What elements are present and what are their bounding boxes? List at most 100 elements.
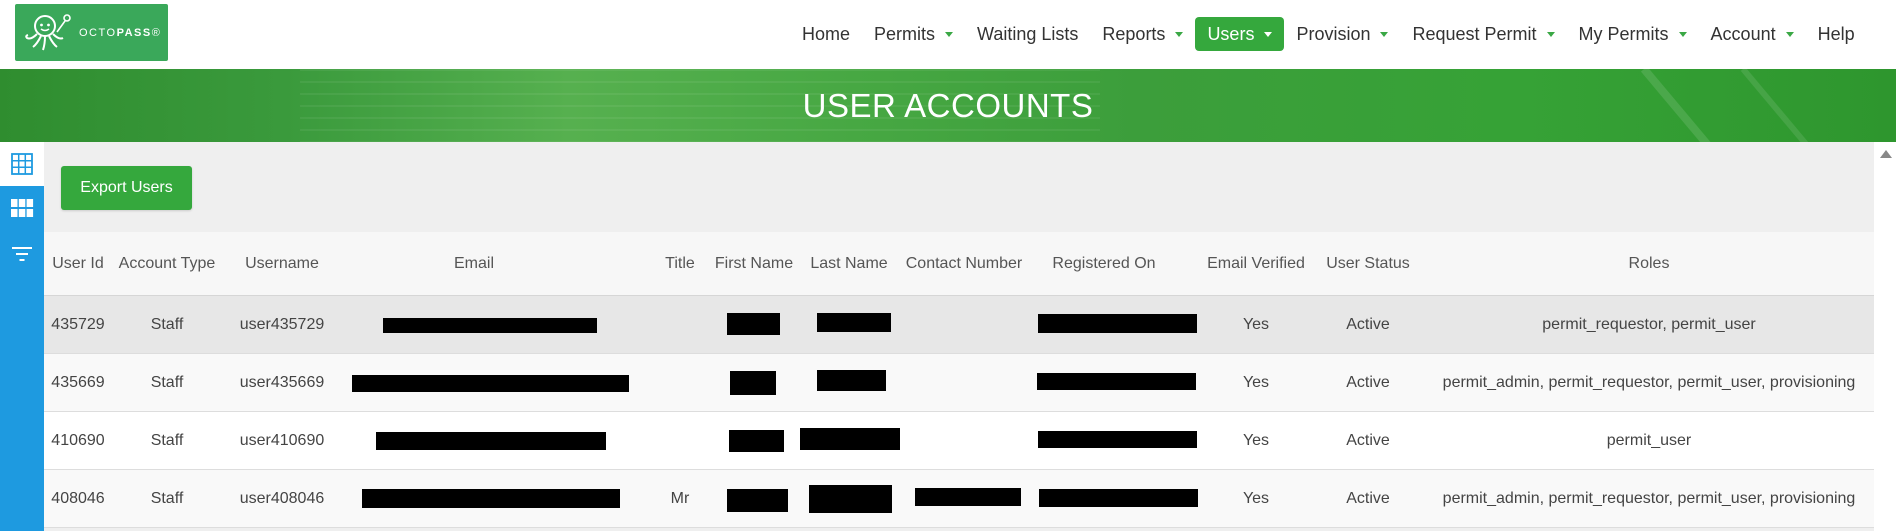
cell-account-type: Staff <box>150 432 184 449</box>
nav-item-label: Help <box>1817 23 1855 44</box>
redacted-block <box>362 489 620 508</box>
nav-item-waiting-lists[interactable]: Waiting Lists <box>965 17 1090 51</box>
nav-item-provision[interactable]: Provision <box>1284 17 1400 51</box>
caret-down-icon <box>1678 31 1687 37</box>
cell-roles: permit_user <box>1606 432 1692 449</box>
nav-item-users[interactable]: Users <box>1195 17 1285 51</box>
cell-user-status: Active <box>1346 316 1390 333</box>
col-header-email-verified[interactable]: Email Verified <box>1200 232 1312 296</box>
cell-user-status: Active <box>1346 432 1390 449</box>
main-nav: Home Permits Waiting Lists Reports Users Prov… <box>790 16 1867 52</box>
col-header-last-name[interactable]: Last Name <box>802 232 896 296</box>
redacted-block <box>352 375 629 392</box>
cell-email-verified: Yes <box>1242 374 1270 391</box>
caret-down-icon <box>1175 31 1184 37</box>
table-row[interactable]: 408046 Staff user408046 Mr Yes Active permit_a… <box>44 470 1874 528</box>
nav-item-home[interactable]: Home <box>790 17 862 51</box>
cell-roles: permit_admin, permit_requestor, permit_u… <box>1442 490 1856 507</box>
vertical-scrollbar[interactable] <box>1874 142 1896 531</box>
col-header-first-name[interactable]: First Name <box>706 232 802 296</box>
col-header-email[interactable]: Email <box>344 232 604 296</box>
redacted-block <box>729 430 784 452</box>
filter-button[interactable] <box>0 232 44 276</box>
nav-item-label: Home <box>802 23 851 44</box>
grid-view-button[interactable] <box>0 142 44 186</box>
page-banner: USER ACCOUNTS <box>0 69 1896 142</box>
cell-title <box>656 412 704 470</box>
redacted-block <box>915 488 1021 506</box>
cell-user-id: 410690 <box>51 432 105 449</box>
page-title: USER ACCOUNTS <box>802 87 1094 124</box>
col-header-roles[interactable]: Roles <box>1424 232 1874 296</box>
caret-down-icon <box>1264 31 1273 37</box>
table-row[interactable]: 435729 Staff user435729 Yes Active permit_req… <box>44 296 1874 354</box>
nav-item-label: Provision <box>1296 23 1371 44</box>
nav-item-label: Reports <box>1102 23 1166 44</box>
users-table: User Id Account Type Username Email Titl… <box>44 232 1874 528</box>
redacted-block <box>800 428 900 450</box>
nav-item-label: Waiting Lists <box>977 23 1079 44</box>
redacted-block <box>727 313 780 335</box>
grid-view-icon <box>11 153 33 175</box>
main-content: Export Users User Id Account Type Userna… <box>44 142 1874 531</box>
scroll-up-arrow-icon[interactable] <box>1880 150 1892 158</box>
col-header-user-id[interactable]: User Id <box>50 232 106 296</box>
filter-icon <box>12 247 32 261</box>
caret-down-icon <box>945 31 954 37</box>
redacted-block <box>383 318 597 333</box>
cell-roles: permit_admin, permit_requestor, permit_u… <box>1442 374 1856 391</box>
nav-item-label: Users <box>1207 23 1255 44</box>
redacted-block <box>1038 314 1197 333</box>
cell-roles: permit_requestor, permit_user <box>1542 316 1756 333</box>
table-row[interactable]: 410690 Staff user410690 Yes Active permit_use… <box>44 412 1874 470</box>
cell-account-type: Staff <box>150 374 184 391</box>
redacted-block <box>809 485 892 513</box>
nav-item-permits[interactable]: Permits <box>862 17 965 51</box>
cell-username: user408046 <box>239 490 325 507</box>
nav-item-label: My Permits <box>1578 23 1669 44</box>
cell-account-type: Staff <box>150 316 184 333</box>
redacted-block <box>1039 489 1198 507</box>
redacted-block <box>727 489 788 512</box>
tiles-view-button[interactable] <box>0 186 44 230</box>
nav-item-help[interactable]: Help <box>1806 17 1867 51</box>
side-toolbar <box>0 142 44 531</box>
cell-username: user435729 <box>239 316 325 333</box>
cell-title <box>656 354 704 412</box>
octopass-logo[interactable]: OCTOPASS® <box>15 4 168 61</box>
nav-item-request-permit[interactable]: Request Permit <box>1400 17 1566 51</box>
export-users-button[interactable]: Export Users <box>61 166 192 210</box>
table-header: User Id Account Type Username Email Titl… <box>44 232 1874 296</box>
cell-account-type: Staff <box>150 490 184 507</box>
col-header-registered-on[interactable]: Registered On <box>1034 232 1174 296</box>
nav-item-account[interactable]: Account <box>1699 17 1806 51</box>
col-header-user-status[interactable]: User Status <box>1322 232 1414 296</box>
redacted-block <box>817 313 891 332</box>
redacted-block <box>376 432 606 450</box>
nav-item-reports[interactable]: Reports <box>1090 17 1195 51</box>
cell-user-status: Active <box>1346 374 1390 391</box>
cell-email-verified: Yes <box>1242 316 1270 333</box>
cell-user-id: 435729 <box>51 316 105 333</box>
nav-item-my-permits[interactable]: My Permits <box>1567 17 1699 51</box>
cell-username: user410690 <box>239 432 325 449</box>
col-header-title[interactable]: Title <box>656 232 704 296</box>
cell-title: Mr <box>670 490 690 507</box>
nav-item-label: Permits <box>874 23 936 44</box>
col-header-account-type[interactable]: Account Type <box>114 232 220 296</box>
redacted-block <box>730 371 776 395</box>
cell-user-status: Active <box>1346 490 1390 507</box>
top-navbar: OCTOPASS® Home Permits Waiting Lists Report… <box>0 0 1896 69</box>
cell-title <box>656 296 704 354</box>
octopus-logo-icon <box>25 13 71 50</box>
cell-email-verified: Yes <box>1242 432 1270 449</box>
col-header-username[interactable]: Username <box>230 232 334 296</box>
table-row[interactable]: 435669 Staff user435669 Yes Active permit_adm… <box>44 354 1874 412</box>
redacted-block <box>817 370 886 391</box>
caret-down-icon <box>1380 31 1389 37</box>
redacted-block <box>1037 373 1196 390</box>
cell-email-verified: Yes <box>1242 490 1270 507</box>
col-header-contact-number[interactable]: Contact Number <box>896 232 1032 296</box>
cell-user-id: 408046 <box>51 490 105 507</box>
tiles-view-icon <box>11 199 34 217</box>
